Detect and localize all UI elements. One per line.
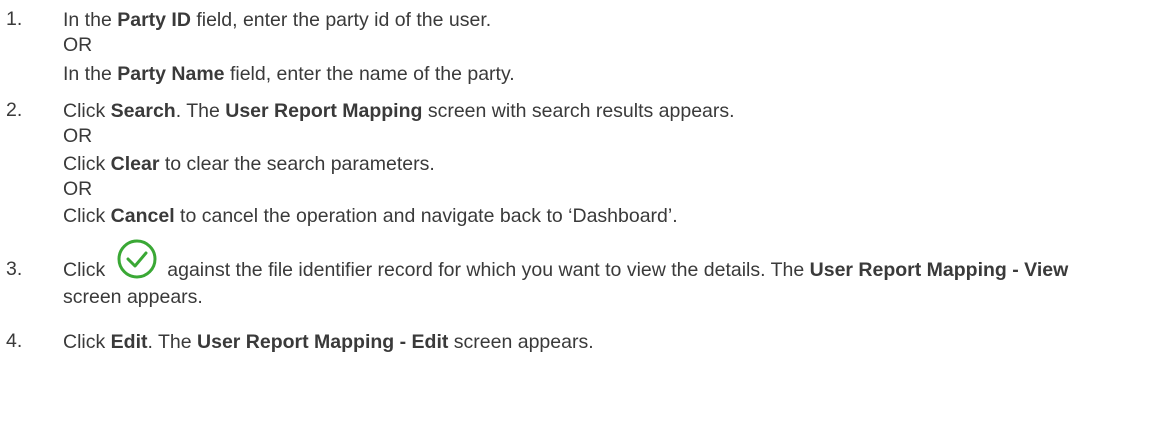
text: Click: [63, 153, 111, 175]
text: . The: [175, 100, 226, 122]
text: against the file identifier record for w…: [167, 259, 810, 281]
text: Click: [63, 331, 111, 353]
text: In the: [63, 9, 118, 31]
text: Click: [63, 259, 106, 281]
edit-label: Edit: [110, 331, 148, 353]
step-2-line-3: Click Clear to clear the search paramete…: [63, 152, 435, 176]
step-number: 2.: [6, 99, 23, 121]
search-label: Search: [110, 100, 176, 122]
or-text: OR: [63, 178, 93, 200]
screen-name: User Report Mapping: [225, 100, 423, 122]
text: . The: [147, 331, 198, 353]
step-2-line-5: Click Cancel to cancel the operation and…: [63, 204, 678, 228]
step-4-line-1: Click Edit. The User Report Mapping - Ed…: [63, 330, 594, 354]
step-number: 4.: [6, 330, 23, 352]
clear-label: Clear: [110, 153, 160, 175]
party-id-label: Party ID: [117, 9, 191, 31]
screen-name: User Report Mapping - Edit: [197, 331, 449, 353]
or-text: OR: [63, 34, 93, 56]
check-circle-icon: [115, 237, 159, 281]
or-text: OR: [63, 125, 93, 147]
text: screen with search results appears.: [422, 100, 735, 122]
text: Click: [63, 100, 111, 122]
cancel-label: Cancel: [110, 205, 175, 227]
screen-name: User Report Mapping - View: [809, 259, 1069, 281]
text: to clear the search parameters.: [159, 153, 435, 175]
text: In the: [63, 63, 118, 85]
step-3-line-1: Click against the file identifier record…: [63, 239, 1069, 283]
step-1-line-3: In the Party Name field, enter the name …: [63, 62, 515, 86]
text: to cancel the operation and navigate bac…: [174, 205, 678, 227]
text: field, enter the name of the party.: [224, 63, 515, 85]
step-1-line-1: In the Party ID field, enter the party i…: [63, 8, 491, 32]
text: screen appears.: [448, 331, 594, 353]
party-name-label: Party Name: [117, 63, 225, 85]
text: screen appears.: [63, 286, 203, 308]
step-number: 3.: [6, 258, 23, 280]
text: field, enter the party id of the user.: [190, 9, 492, 31]
step-2-line-1: Click Search. The User Report Mapping sc…: [63, 99, 735, 123]
step-number: 1.: [6, 8, 23, 30]
step-3-line-2: screen appears.: [63, 285, 203, 309]
text: Click: [63, 205, 111, 227]
